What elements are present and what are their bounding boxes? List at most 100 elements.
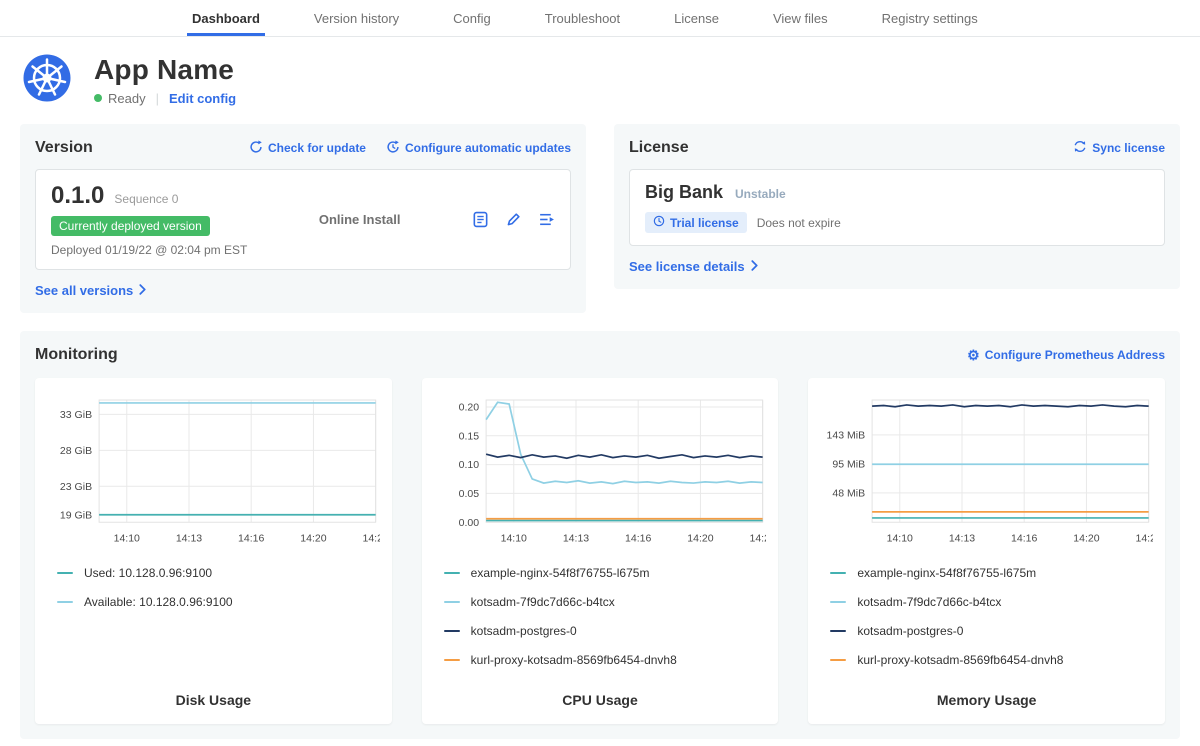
refresh-icon [249,140,263,157]
svg-text:14:10: 14:10 [887,532,913,544]
legend-swatch [57,572,73,574]
legend-label: kurl-proxy-kotsadm-8569fb6454-dnvh8 [471,653,677,667]
chart-plot: 48 MiB95 MiB143 MiB14:1014:1314:1614:201… [820,390,1153,550]
version-number: 0.1.0 [51,182,104,210]
monitoring-section: Monitoring ⚙ Configure Prometheus Addres… [20,331,1180,739]
legend-item: Available: 10.128.0.96:9100 [57,595,380,609]
legend-item: kotsadm-7f9dc7d66c-b4tcx [830,595,1153,609]
legend-label: kotsadm-7f9dc7d66c-b4tcx [471,595,615,609]
legend-item: kotsadm-7f9dc7d66c-b4tcx [444,595,767,609]
legend-swatch [444,601,460,603]
legend-item: Used: 10.128.0.96:9100 [57,566,380,580]
check-for-update-link[interactable]: Check for update [249,140,366,157]
svg-text:23 GiB: 23 GiB [60,481,92,493]
release-notes-icon[interactable] [472,211,489,228]
configure-automatic-updates-link[interactable]: Configure automatic updates [386,140,571,157]
legend-item: kotsadm-postgres-0 [444,624,767,638]
license-summary-card: Big Bank Unstable Trial license Does not… [629,169,1165,246]
legend-swatch [830,572,846,574]
svg-text:14:10: 14:10 [500,532,526,544]
tab-registry-settings[interactable]: Registry settings [855,0,1005,36]
svg-text:14:23: 14:23 [1136,532,1153,544]
svg-text:0.15: 0.15 [458,430,479,442]
chevron-right-icon [138,283,147,298]
chart-plot: 19 GiB 23 GiB 28 GiB 33 GiB 14:10 14:13 14:16 1… [47,390,380,550]
chart-title: CPU Usage [434,682,767,708]
svg-text:14:16: 14:16 [238,532,264,544]
legend-swatch [444,630,460,632]
legend-item: example-nginx-54f8f76755-l675m [830,566,1153,580]
deployed-timestamp: Deployed 01/19/22 @ 02:04 pm EST [51,243,247,257]
legend-label: kotsadm-postgres-0 [857,624,963,638]
legend-label: kurl-proxy-kotsadm-8569fb6454-dnvh8 [857,653,1063,667]
svg-text:28 GiB: 28 GiB [60,445,92,457]
auto-update-icon [386,140,400,157]
license-card-title: License [629,139,689,157]
customer-name: Big Bank [645,182,723,203]
sync-icon [1073,140,1087,156]
svg-text:14:13: 14:13 [176,532,202,544]
tab-view-files[interactable]: View files [746,0,855,36]
svg-text:0.00: 0.00 [458,517,479,529]
chevron-right-icon [750,259,759,274]
status-dot [94,94,102,102]
trial-license-badge: Trial license [645,212,747,233]
chart-title: Memory Usage [820,682,1153,708]
legend-swatch [830,630,846,632]
svg-text:14:23: 14:23 [362,532,379,544]
divider: | [156,91,159,106]
legend-label: example-nginx-54f8f76755-l675m [857,566,1036,580]
legend-item: kurl-proxy-kotsadm-8569fb6454-dnvh8 [444,653,767,667]
legend-label: Used: 10.128.0.96:9100 [84,566,212,580]
tab-dashboard[interactable]: Dashboard [165,0,287,36]
svg-text:14:13: 14:13 [562,532,588,544]
see-license-details-link[interactable]: See license details [629,259,759,274]
svg-text:14:13: 14:13 [949,532,975,544]
legend-item: example-nginx-54f8f76755-l675m [444,566,767,580]
svg-text:0.05: 0.05 [458,488,479,500]
see-all-versions-link[interactable]: See all versions [35,283,147,298]
app-header: App Name Ready | Edit config [0,37,1200,116]
clock-icon [653,215,665,230]
chart-title: Disk Usage [47,682,380,708]
tab-troubleshoot[interactable]: Troubleshoot [518,0,647,36]
legend-label: kotsadm-postgres-0 [471,624,577,638]
channel-badge: Unstable [735,187,786,201]
status-text: Ready [108,91,146,106]
top-nav: DashboardVersion historyConfigTroublesho… [0,0,1200,37]
legend-swatch [57,601,73,603]
monitoring-title: Monitoring [35,346,118,364]
svg-text:14:10: 14:10 [114,532,140,544]
kubernetes-logo-icon [22,53,72,106]
sequence-label: Sequence 0 [114,192,178,206]
tab-config[interactable]: Config [426,0,518,36]
install-type-label: Online Install [319,212,401,227]
svg-text:143 MiB: 143 MiB [827,429,866,441]
chart-legend: example-nginx-54f8f76755-l675m kotsadm-7f… [434,566,767,682]
memory-usage-chart-card: 48 MiB95 MiB143 MiB14:1014:1314:1614:201… [808,378,1165,724]
version-card-title: Version [35,139,93,157]
legend-label: kotsadm-7f9dc7d66c-b4tcx [857,595,1001,609]
legend-item: kotsadm-postgres-0 [830,624,1153,638]
edit-icon[interactable] [505,211,522,228]
configure-prometheus-link[interactable]: ⚙ Configure Prometheus Address [967,348,1165,362]
svg-text:95 MiB: 95 MiB [833,459,866,471]
svg-text:14:16: 14:16 [625,532,651,544]
svg-text:14:20: 14:20 [687,532,713,544]
legend-swatch [830,601,846,603]
svg-text:33 GiB: 33 GiB [60,409,92,421]
tab-license[interactable]: License [647,0,746,36]
view-logs-icon[interactable] [538,211,555,228]
legend-swatch [830,659,846,661]
edit-config-link[interactable]: Edit config [169,91,236,106]
svg-text:48 MiB: 48 MiB [833,487,866,499]
version-card: Version Check for update Configure autom… [20,124,586,313]
svg-text:19 GiB: 19 GiB [60,510,92,522]
svg-text:14:20: 14:20 [300,532,326,544]
expiry-text: Does not expire [757,216,841,230]
sync-license-link[interactable]: Sync license [1073,140,1165,156]
svg-text:14:16: 14:16 [1011,532,1037,544]
svg-text:14:23: 14:23 [749,532,766,544]
chart-plot: 0.000.050.100.150.2014:1014:1314:1614:20… [434,390,767,550]
tab-version-history[interactable]: Version history [287,0,426,36]
